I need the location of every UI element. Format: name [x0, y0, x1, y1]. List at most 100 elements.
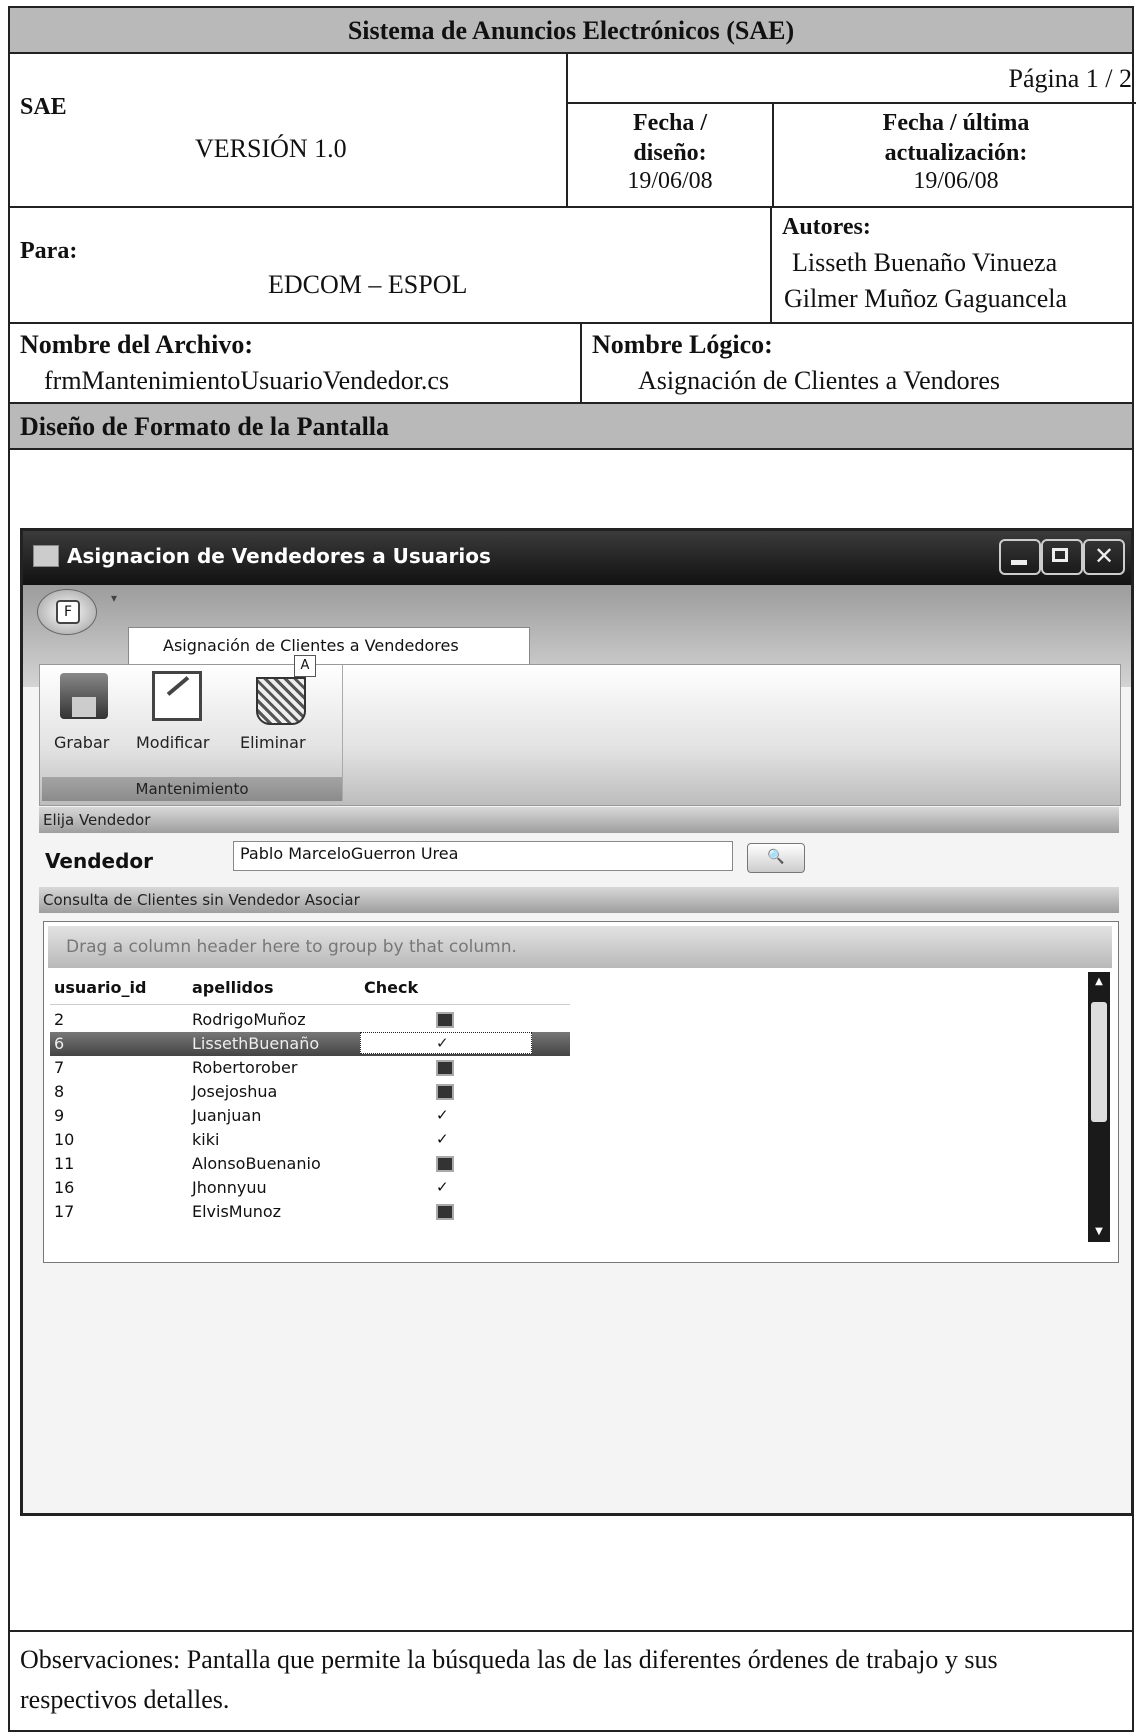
grabar-label: Grabar [54, 733, 110, 752]
cell-usuario-id: 10 [54, 1130, 75, 1149]
check-mark-icon[interactable]: ✓ [436, 1034, 449, 1052]
close-icon: ✕ [1093, 542, 1115, 570]
scroll-down-icon[interactable]: ▼ [1091, 1226, 1107, 1238]
fecha-block: Página 1 / 2 Fecha / diseño: 19/06/08 Fe… [566, 54, 1136, 208]
cell-apellidos: Juanjuan [192, 1106, 262, 1125]
tab-label: Asignación de Clientes a Vendedores [163, 636, 459, 655]
fecha-actual: 19/06/08 [913, 168, 999, 194]
cell-usuario-id: 16 [54, 1178, 75, 1197]
observaciones: Observaciones: Pantalla que permite la b… [10, 1630, 1132, 1736]
cell-apellidos: kiki [192, 1130, 220, 1149]
check-mark-icon[interactable]: ✓ [436, 1130, 449, 1148]
fecha-diseno: 19/06/08 [627, 168, 713, 194]
window-app-icon [33, 545, 59, 567]
grabar-button[interactable]: Grabar [42, 665, 130, 775]
modificar-label: Modificar [136, 733, 210, 752]
modificar-button[interactable]: Modificar [130, 665, 230, 775]
header-row: Sistema de Anuncios Electrónicos (SAE) [10, 8, 1132, 54]
vendedor-label: Vendedor [45, 849, 153, 873]
app-menu-button[interactable]: F [37, 589, 97, 635]
grid-header: usuario_id apellidos Check [50, 974, 570, 1005]
eliminar-label: Eliminar [240, 733, 306, 752]
autor-2: Gilmer Muñoz Gaguancela [784, 284, 1068, 313]
group-by-hint: Drag a column header here to group by th… [48, 926, 1112, 968]
keytip-badge: A [294, 655, 316, 677]
group-mantenimiento: Grabar Modificar A Eliminar Mantenimient… [42, 655, 343, 801]
table-row[interactable]: 10 kiki ✓ [50, 1128, 570, 1152]
logico-label: Nombre Lógico: [592, 330, 773, 359]
cell-usuario-id: 8 [54, 1082, 65, 1101]
table-row[interactable]: 11 AlonsoBuenanio [50, 1152, 570, 1176]
column-header-apellidos[interactable]: apellidos [192, 978, 274, 997]
cell-apellidos: Jhonnyuu [192, 1178, 267, 1197]
check-mark-icon[interactable]: ✓ [436, 1178, 449, 1196]
info-row: SAE VERSIÓN 1.0 Página 1 / 2 Fecha / dis… [10, 54, 1136, 208]
cell-usuario-id: 6 [54, 1034, 65, 1053]
system-title: Sistema de Anuncios Electrónicos (SAE) [347, 16, 795, 45]
cell-usuario-id: 11 [54, 1154, 75, 1173]
table-row[interactable]: 16 Jhonnyuu ✓ [50, 1176, 570, 1200]
maximize-icon [1052, 548, 1068, 562]
fecha-diseno-label: Fecha / diseño: [633, 110, 707, 166]
close-button[interactable]: ✕ [1083, 539, 1125, 575]
table-row[interactable]: 7 Robertorober [50, 1056, 570, 1080]
title-bar: Asignacion de Vendedores a Usuarios ✕ [23, 531, 1131, 585]
scroll-thumb[interactable] [1091, 1002, 1107, 1122]
logico-block: Nombre Lógico: Asignación de Clientes a … [580, 324, 1136, 402]
trash-icon [256, 677, 306, 725]
logico-value: Asignación de Clientes a Vendores [638, 366, 1000, 395]
eliminar-button[interactable]: A Eliminar [230, 655, 330, 775]
clientes-grid: Drag a column header here to group by th… [43, 921, 1119, 1263]
cell-apellidos: ElvisMunoz [192, 1202, 282, 1221]
checkbox-unchecked-icon[interactable] [436, 1204, 454, 1220]
table-row[interactable]: 9 Juanjuan ✓ [50, 1104, 570, 1128]
archivo-value: frmMantenimientoUsuarioVendedor.cs [44, 366, 450, 395]
maximize-button[interactable] [1041, 539, 1083, 575]
table-row[interactable]: 8 Josejoshua [50, 1080, 570, 1104]
checkbox-unchecked-icon[interactable] [436, 1012, 454, 1028]
section-header: Diseño de Formato de la Pantalla [10, 404, 1132, 450]
page-number: Página 1 / 2 [1008, 64, 1133, 93]
app-name: SAE [20, 94, 67, 120]
app-menu-key: F [56, 600, 80, 624]
autores-label: Autores: [782, 214, 871, 240]
checkbox-unchecked-icon[interactable] [436, 1060, 454, 1076]
table-row[interactable]: 6 LissethBuenaño ✓ [50, 1032, 570, 1056]
para-row: Para: EDCOM – ESPOL Autores: Lisseth Bue… [10, 208, 1132, 324]
check-mark-icon[interactable]: ✓ [436, 1106, 449, 1124]
archivo-row: Nombre del Archivo: frmMantenimientoUsua… [10, 324, 1132, 404]
cell-apellidos: AlonsoBuenanio [192, 1154, 321, 1173]
minimize-button[interactable] [999, 539, 1041, 575]
save-icon [60, 673, 108, 719]
para-label: Para: [20, 238, 78, 264]
search-button[interactable]: 🔍 [747, 843, 805, 873]
fecha-actual-label: Fecha / última actualización: [882, 110, 1030, 166]
cell-usuario-id: 17 [54, 1202, 75, 1221]
column-header-check[interactable]: Check [364, 978, 418, 997]
app-window: Asignacion de Vendedores a Usuarios ✕ F … [20, 528, 1134, 1516]
autor-1: Lisseth Buenaño Vinueza [792, 248, 1058, 277]
window-title: Asignacion de Vendedores a Usuarios [67, 544, 491, 568]
checkbox-unchecked-icon[interactable] [436, 1084, 454, 1100]
edit-icon [152, 671, 202, 721]
minimize-icon [1011, 560, 1027, 565]
tab-asignacion[interactable]: Asignación de Clientes a Vendedores [128, 627, 530, 666]
search-icon: 🔍 [767, 849, 785, 865]
table-row[interactable]: 2 RodrigoMuñoz [50, 1008, 570, 1032]
grid-scrollbar[interactable]: ▲ ▼ [1088, 972, 1110, 1242]
para-value: EDCOM – ESPOL [268, 270, 468, 299]
archivo-label: Nombre del Archivo: [20, 330, 254, 359]
document-form: Sistema de Anuncios Electrónicos (SAE) S… [8, 6, 1136, 1732]
vendedor-input[interactable]: Pablo MarceloGuerron Urea [233, 841, 733, 871]
ribbon-panel: Grabar Modificar A Eliminar Mantenimient… [39, 655, 1121, 806]
cell-apellidos: RodrigoMuñoz [192, 1010, 306, 1029]
version: VERSIÓN 1.0 [195, 134, 347, 163]
autores-block: Autores: Lisseth Buenaño Vinueza Gilmer … [770, 208, 1136, 322]
checkbox-unchecked-icon[interactable] [436, 1156, 454, 1172]
column-header-id[interactable]: usuario_id [54, 978, 146, 997]
cell-apellidos: Robertorober [192, 1058, 298, 1077]
table-row[interactable]: 17 ElvisMunoz [50, 1200, 570, 1224]
cell-usuario-id: 7 [54, 1058, 65, 1077]
quick-access-dropdown-icon[interactable]: ▾ [111, 591, 117, 605]
scroll-up-icon[interactable]: ▲ [1091, 976, 1107, 988]
